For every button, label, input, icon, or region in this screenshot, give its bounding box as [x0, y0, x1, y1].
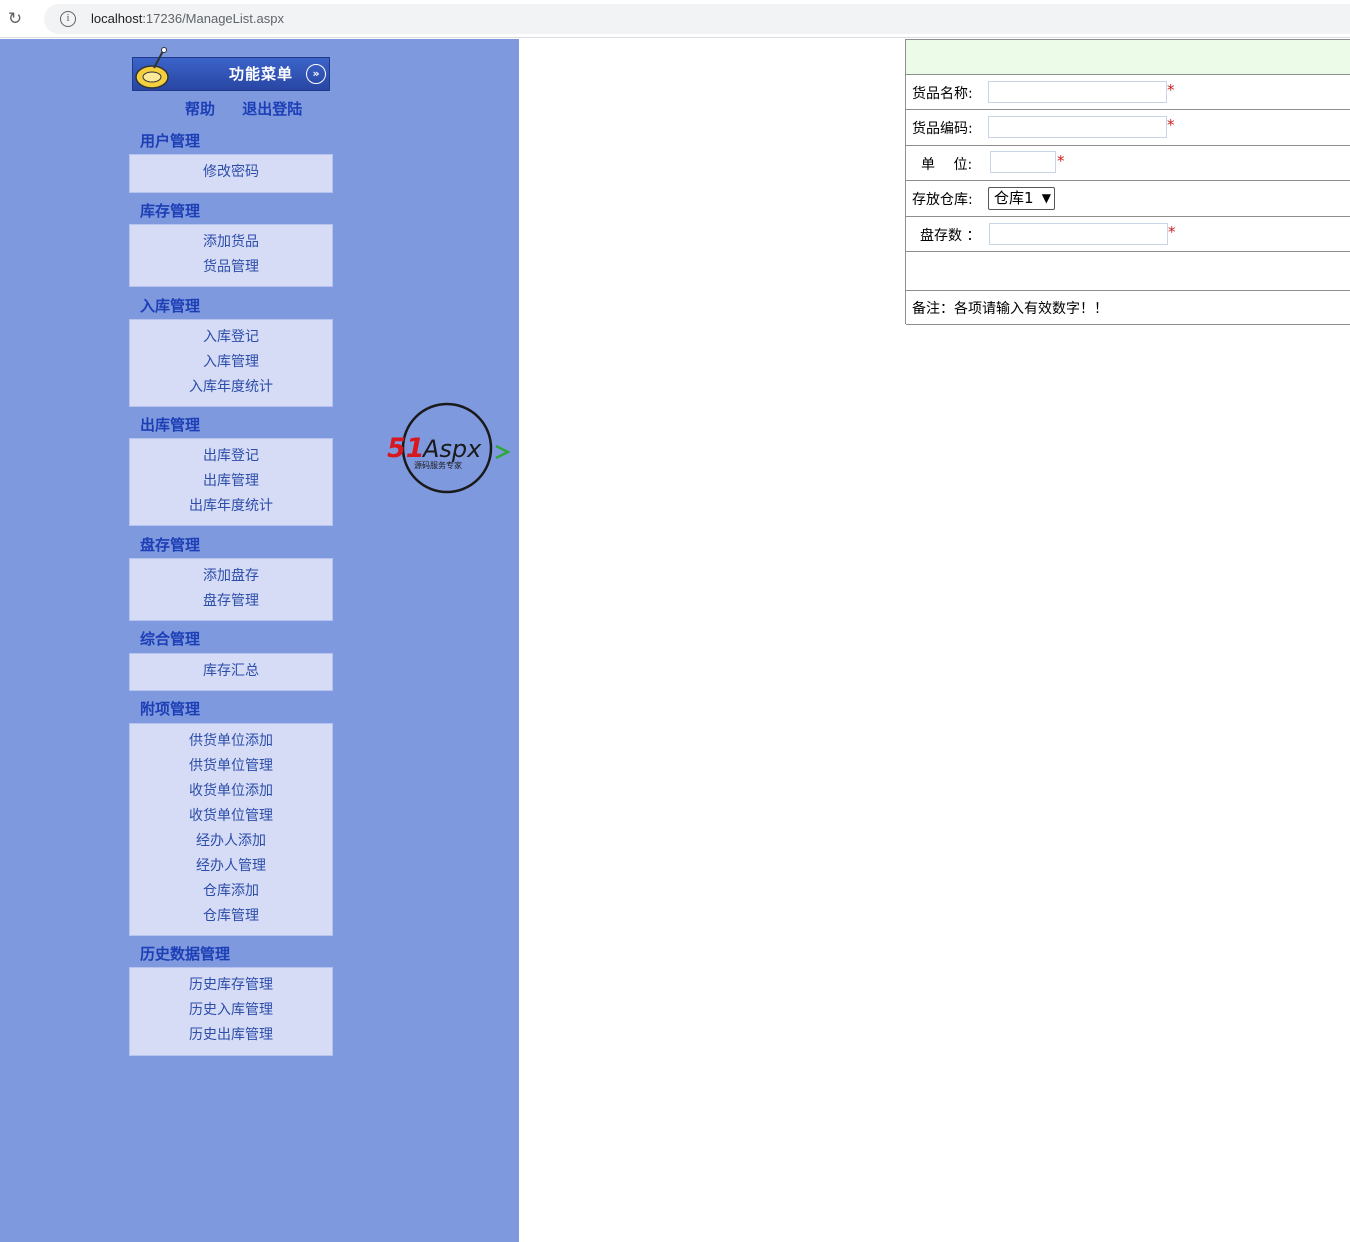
menu-item-inbound-yearly[interactable]: 入库年度统计	[130, 375, 332, 400]
help-link[interactable]: 帮助	[185, 100, 215, 118]
menu-item-history-inbound[interactable]: 历史入库管理	[130, 998, 332, 1023]
menu-item-outbound-yearly[interactable]: 出库年度统计	[130, 494, 332, 519]
group-title-user: 用户管理	[140, 132, 201, 150]
row-buttons	[906, 252, 1350, 291]
product-code-label: 货品编码:	[912, 121, 973, 137]
address-bar[interactable]: i localhost:17236/ManageList.aspx	[44, 4, 1350, 34]
stock-count-required: *	[1168, 223, 1176, 241]
menu-item-supplier-manage[interactable]: 供货单位管理	[130, 754, 332, 779]
group-title-inbound: 入库管理	[140, 297, 201, 315]
add-stocktake-form: 货品名称: * 货品编码: * 单 位: * 存放仓库: 仓库1 ▼ 盘存数 ：…	[905, 39, 1350, 325]
brand-logo: 51 Aspx 源码服务专家	[387, 402, 511, 494]
unit-label: 单 位:	[921, 157, 973, 173]
form-note: 备注：各项请输入有效数字！！	[912, 301, 1108, 317]
row-product-name: 货品名称: *	[906, 75, 1350, 110]
group-box-outbound: 出库登记 出库管理 出库年度统计	[129, 438, 333, 526]
row-warehouse: 存放仓库: 仓库1 ▼	[906, 181, 1350, 217]
product-code-input[interactable]	[988, 116, 1167, 138]
collapse-menu-icon[interactable]: »	[306, 64, 326, 84]
group-box-stocktake: 添加盘存 盘存管理	[129, 558, 333, 621]
product-name-input[interactable]	[988, 81, 1167, 103]
menu-item-product-manage[interactable]: 货品管理	[130, 255, 332, 280]
menu-item-receiver-manage[interactable]: 收货单位管理	[130, 804, 332, 829]
url-path: :17236/ManageList.aspx	[142, 11, 284, 26]
warehouse-select[interactable]: 仓库1 ▼	[988, 187, 1055, 210]
menu-item-outbound-register[interactable]: 出库登记	[130, 444, 332, 469]
group-box-general: 库存汇总	[129, 653, 333, 691]
group-title-auxiliary: 附项管理	[140, 700, 201, 718]
menu-item-add-product[interactable]: 添加货品	[130, 230, 332, 255]
row-stock-count: 盘存数 ： *	[906, 217, 1350, 252]
chevron-down-icon: ▼	[1041, 191, 1051, 205]
menu-title: 功能菜单	[229, 65, 294, 83]
row-note: 备注：各项请输入有效数字！！	[906, 291, 1350, 325]
logo-tagline: 源码服务专家	[414, 460, 462, 470]
menu-item-handler-manage[interactable]: 经办人管理	[130, 854, 332, 879]
logout-link[interactable]: 退出登陆	[242, 100, 302, 118]
url-host: localhost	[91, 11, 143, 26]
unit-input[interactable]	[990, 151, 1056, 173]
logo-51-text: 51	[387, 433, 425, 464]
unit-required: *	[1057, 152, 1065, 170]
menu-item-inbound-manage[interactable]: 入库管理	[130, 350, 332, 375]
group-title-stocktake: 盘存管理	[140, 536, 201, 554]
mascot-icon	[135, 47, 169, 89]
menu-item-outbound-manage[interactable]: 出库管理	[130, 469, 332, 494]
group-box-history: 历史库存管理 历史入库管理 历史出库管理	[129, 967, 333, 1056]
group-title-history: 历史数据管理	[140, 945, 231, 963]
stock-count-label: 盘存数 ：	[920, 228, 981, 244]
menu-item-stocktake-manage[interactable]: 盘存管理	[130, 589, 332, 614]
menu-item-warehouse-add[interactable]: 仓库添加	[130, 879, 332, 904]
info-icon[interactable]: i	[60, 11, 76, 27]
url-text[interactable]: localhost:17236/ManageList.aspx	[91, 11, 284, 26]
product-name-label: 货品名称:	[912, 86, 973, 102]
group-box-inventory: 添加货品 货品管理	[129, 224, 333, 287]
group-title-outbound: 出库管理	[140, 416, 201, 434]
form-header-row	[906, 40, 1350, 75]
menu-item-handler-add[interactable]: 经办人添加	[130, 829, 332, 854]
menu-item-stock-summary[interactable]: 库存汇总	[130, 659, 332, 684]
warehouse-selected-value: 仓库1	[994, 189, 1034, 207]
product-name-required: *	[1167, 81, 1175, 99]
group-title-inventory: 库存管理	[140, 202, 201, 220]
stock-count-input[interactable]	[989, 223, 1168, 245]
logo-aspx-text: Aspx	[421, 435, 482, 463]
menu-item-warehouse-manage[interactable]: 仓库管理	[130, 904, 332, 929]
row-unit: 单 位: *	[906, 146, 1350, 181]
left-menu-frame: 功能菜单 » 帮助 退出登陆 用户管理 修改密码 库存管理 添加货品 货品管理 …	[0, 39, 519, 1242]
warehouse-label: 存放仓库:	[912, 192, 973, 208]
row-product-code: 货品编码: *	[906, 110, 1350, 146]
menu-item-history-outbound[interactable]: 历史出库管理	[130, 1023, 332, 1048]
menu-item-history-stock[interactable]: 历史库存管理	[130, 973, 332, 998]
group-title-general: 综合管理	[140, 630, 201, 648]
browser-toolbar: ↻ i localhost:17236/ManageList.aspx	[0, 0, 1350, 38]
menu-item-inbound-register[interactable]: 入库登记	[130, 325, 332, 350]
group-box-auxiliary: 供货单位添加 供货单位管理 收货单位添加 收货单位管理 经办人添加 经办人管理 …	[129, 723, 333, 936]
group-box-user: 修改密码	[129, 154, 333, 193]
top-links: 帮助 退出登陆	[185, 98, 324, 119]
menu-item-add-stocktake[interactable]: 添加盘存	[130, 564, 332, 589]
menu-item-receiver-add[interactable]: 收货单位添加	[130, 779, 332, 804]
menu-item-supplier-add[interactable]: 供货单位添加	[130, 729, 332, 754]
menu-item-change-password[interactable]: 修改密码	[130, 160, 332, 185]
reload-icon[interactable]: ↻	[6, 10, 24, 28]
group-box-inbound: 入库登记 入库管理 入库年度统计	[129, 319, 333, 407]
product-code-required: *	[1167, 116, 1175, 134]
